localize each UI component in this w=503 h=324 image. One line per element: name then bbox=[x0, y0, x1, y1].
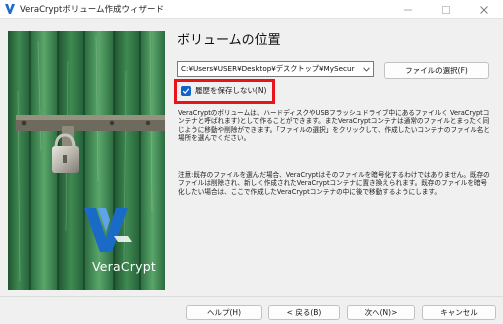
veracrypt-logo-text: VeraCrypt bbox=[92, 259, 156, 274]
window-title: VeraCryptボリューム作成ウィザード bbox=[20, 5, 165, 15]
green-door-padlock-image bbox=[8, 31, 165, 290]
help-button[interactable]: ヘルプ(H) bbox=[186, 305, 262, 320]
no-history-checkbox-row[interactable]: 履歴を保存しない(N) bbox=[181, 85, 266, 96]
cancel-button[interactable]: キャンセル bbox=[422, 305, 496, 320]
minimize-icon bbox=[404, 9, 412, 10]
title-bar: VeraCryptボリューム作成ウィザード bbox=[0, 0, 503, 19]
volume-path-value[interactable]: C:¥Users¥USER¥Desktop¥デスクトップ¥MySecur bbox=[181, 64, 360, 74]
close-button[interactable] bbox=[465, 0, 503, 19]
chevron-down-icon[interactable] bbox=[360, 62, 373, 76]
existing-file-warning: 注意:既存のファイルを選んだ場合、VeraCryptはそのファイルを暗号化するわ… bbox=[178, 171, 490, 196]
brand-area: VeraCrypt bbox=[92, 259, 156, 274]
volume-location-description: VeraCryptのボリュームは、ハードディスクやUSBフラッシュドライブ中にあ… bbox=[178, 109, 491, 143]
next-button[interactable]: 次へ(N)> bbox=[347, 305, 415, 320]
maximize-button[interactable] bbox=[427, 0, 465, 19]
close-icon bbox=[480, 5, 488, 14]
wizard-client-area: VeraCrypt ボリュームの位置 C:¥Users¥USER¥Desktop… bbox=[0, 19, 503, 324]
no-history-checkbox[interactable] bbox=[181, 85, 191, 96]
minimize-button[interactable] bbox=[389, 0, 427, 19]
select-file-button[interactable]: ファイルの選択(F) bbox=[384, 62, 489, 79]
footer-divider bbox=[0, 296, 503, 297]
veracrypt-app-icon bbox=[5, 4, 15, 14]
back-button[interactable]: < 戻る(B) bbox=[268, 305, 340, 320]
maximize-icon bbox=[442, 5, 450, 14]
volume-path-combobox[interactable]: C:¥Users¥USER¥Desktop¥デスクトップ¥MySecur bbox=[177, 61, 374, 77]
wizard-side-image: VeraCrypt bbox=[8, 31, 165, 290]
no-history-label[interactable]: 履歴を保存しない(N) bbox=[195, 85, 266, 96]
page-title: ボリュームの位置 bbox=[177, 33, 281, 48]
checkmark-icon bbox=[182, 87, 190, 94]
